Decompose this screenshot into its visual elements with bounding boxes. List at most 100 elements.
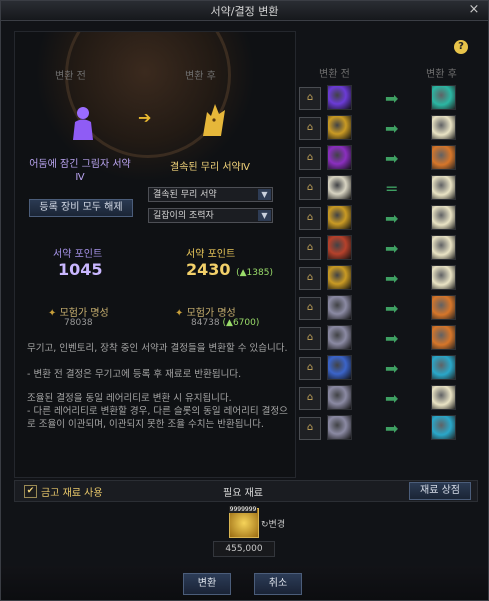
material-bar: ✔ 금고 재료 사용 필요 재료 재료 상점	[14, 480, 478, 502]
arrow-right-icon: ➡	[385, 359, 399, 378]
conversion-row: ⌂ ➡	[297, 294, 467, 321]
after-item-icon[interactable]	[431, 295, 456, 320]
conversion-panel: 변환 전 변환 후 ➔ 어둠에 잠긴 그림자 서약Ⅳ 결속된 무리 서약Ⅳ 등록…	[14, 31, 296, 478]
fame-label-after: ✦ 모험가 명성	[175, 308, 236, 319]
after-item-icon[interactable]	[431, 235, 456, 260]
right-before-label: 변환 전	[319, 69, 350, 80]
before-item-icon[interactable]	[327, 325, 352, 350]
after-item-icon[interactable]	[431, 145, 456, 170]
conversion-row: ⌂ ➡	[297, 384, 467, 411]
conversion-row: ⌂ ➡	[297, 234, 467, 261]
price-field: 455,000	[213, 541, 275, 557]
desc-line-3: 조율된 결정을 동일 레어리티로 변환 시 유지됩니다.	[27, 393, 232, 404]
after-item-icon[interactable]	[431, 115, 456, 140]
lock-icon[interactable]: ⌂	[299, 207, 321, 230]
lock-icon[interactable]: ⌂	[299, 267, 321, 290]
help-icon[interactable]: ?	[454, 40, 468, 54]
shadow-figure-icon	[73, 107, 93, 140]
desc-line-1: 무기고, 인벤토리, 장착 중인 서약과 결정들을 변환할 수 있습니다.	[27, 343, 288, 354]
unregister-all-button[interactable]: 등록 장비 모두 해제	[29, 199, 133, 217]
after-item-icon[interactable]	[431, 85, 456, 110]
before-item-icon[interactable]	[327, 145, 352, 170]
before-item-icon[interactable]	[327, 355, 352, 380]
before-item-icon[interactable]	[327, 265, 352, 290]
after-item-icon[interactable]	[431, 385, 456, 410]
point-value-after: 2430	[186, 260, 231, 279]
lock-icon[interactable]: ⌂	[299, 87, 321, 110]
before-item-icon[interactable]	[327, 235, 352, 260]
equals-icon: =	[385, 179, 399, 198]
after-item-icon[interactable]	[431, 325, 456, 350]
use-gold-checkbox[interactable]: ✔	[24, 485, 37, 498]
fame-gain: (▲6700)	[222, 318, 260, 328]
lock-icon[interactable]: ⌂	[299, 177, 321, 200]
before-item-icon[interactable]	[327, 385, 352, 410]
use-gold-label: 금고 재료 사용	[41, 488, 103, 499]
close-icon[interactable]: ×	[466, 2, 482, 18]
after-item-icon[interactable]	[431, 205, 456, 230]
arrow-right-icon: ➡	[385, 299, 399, 318]
lock-icon[interactable]: ⌂	[299, 327, 321, 350]
lock-icon[interactable]: ⌂	[299, 237, 321, 260]
conversion-row: ⌂ ➡	[297, 84, 467, 111]
before-item-icon[interactable]	[327, 175, 352, 200]
arrow-right-icon: ➡	[385, 119, 399, 138]
right-after-label: 변환 후	[426, 69, 457, 80]
lock-icon[interactable]: ⌂	[299, 297, 321, 320]
conversion-row: ⌂ ➡	[297, 144, 467, 171]
fame-label-before: ✦ 모험가 명성	[48, 308, 109, 319]
point-value-before: 1045	[58, 260, 103, 279]
select-oath[interactable]: 결속된 무리 서약 ▼	[148, 187, 273, 202]
select-helper-value: 길잡이의 조력자	[153, 211, 214, 221]
point-label-before: 서약 포인트	[53, 249, 103, 260]
arrow-right-icon: ➡	[385, 389, 399, 408]
before-item-icon[interactable]	[327, 205, 352, 230]
chevron-down-icon[interactable]: ▼	[258, 210, 271, 221]
after-item-icon[interactable]	[431, 415, 456, 440]
arrow-right-icon: ➡	[385, 239, 399, 258]
chevron-down-icon[interactable]: ▼	[258, 189, 271, 200]
fame-icon: ✦	[175, 308, 184, 319]
arrow-right-icon: ➡	[385, 329, 399, 348]
cancel-button[interactable]: 취소	[254, 573, 302, 595]
item-before-name: 어둠에 잠긴 그림자 서약Ⅳ	[29, 159, 131, 183]
window-title: 서약/결정 변환	[210, 5, 279, 18]
material-qty: 9999999	[229, 506, 257, 513]
footer	[1, 566, 488, 600]
before-item-icon[interactable]	[327, 415, 352, 440]
conversion-row: ⌂ ➡	[297, 264, 467, 291]
select-helper[interactable]: 길잡이의 조력자 ▼	[148, 208, 273, 223]
before-item-icon[interactable]	[327, 295, 352, 320]
convert-button[interactable]: 변환	[183, 573, 231, 595]
lock-icon[interactable]: ⌂	[299, 147, 321, 170]
item-after-name: 결속된 무리 서약Ⅳ	[170, 162, 250, 173]
fame-value-after-row: 84738 (▲6700)	[191, 318, 259, 328]
desc-line-2: - 변환 전 결정은 무기고에 등록 후 재료로 반환됩니다.	[27, 369, 242, 380]
fame-icon: ✦	[48, 308, 57, 319]
fame-value-after: 84738	[191, 318, 220, 328]
arrow-right-icon: ➡	[385, 149, 399, 168]
arrow-right-icon: ➔	[138, 108, 152, 127]
dialog-window: 서약/결정 변환 × ? 변환 전 변환 후 ➔ 어둠에 잠긴 그림자 서약Ⅳ …	[0, 0, 489, 601]
arrow-right-icon: ➡	[385, 419, 399, 438]
lock-icon[interactable]: ⌂	[299, 387, 321, 410]
lock-icon[interactable]: ⌂	[299, 417, 321, 440]
conversion-row: ⌂ ➡	[297, 204, 467, 231]
conversion-row: ⌂ ➡	[297, 354, 467, 381]
arrow-right-icon: ➡	[385, 269, 399, 288]
conversion-list: ⌂ ➡ ⌂ ➡ ⌂ ➡ ⌂ = ⌂ ➡ ⌂ ➡ ⌂ ➡ ⌂ ➡ ⌂ ➡ ⌂ ➡ ⌂ ➡ ⌂ ➡	[297, 84, 472, 470]
before-item-icon[interactable]	[327, 115, 352, 140]
conversion-row: ⌂ =	[297, 174, 467, 201]
conversion-row: ⌂ ➡	[297, 324, 467, 351]
after-item-icon[interactable]	[431, 175, 456, 200]
arrow-right-icon: ➡	[385, 89, 399, 108]
after-item-icon[interactable]	[431, 355, 456, 380]
after-item-icon[interactable]	[431, 265, 456, 290]
lock-icon[interactable]: ⌂	[299, 357, 321, 380]
change-material-button[interactable]: ↻변경	[261, 517, 285, 530]
before-item-icon[interactable]	[327, 85, 352, 110]
title-bar: 서약/결정 변환 ×	[1, 1, 488, 21]
lock-icon[interactable]: ⌂	[299, 117, 321, 140]
material-shop-button[interactable]: 재료 상점	[409, 482, 471, 500]
desc-line-4: - 다른 레어리티로 변환할 경우, 다른 슬롯의 동일 레어리티 결정으로 조…	[27, 406, 288, 430]
